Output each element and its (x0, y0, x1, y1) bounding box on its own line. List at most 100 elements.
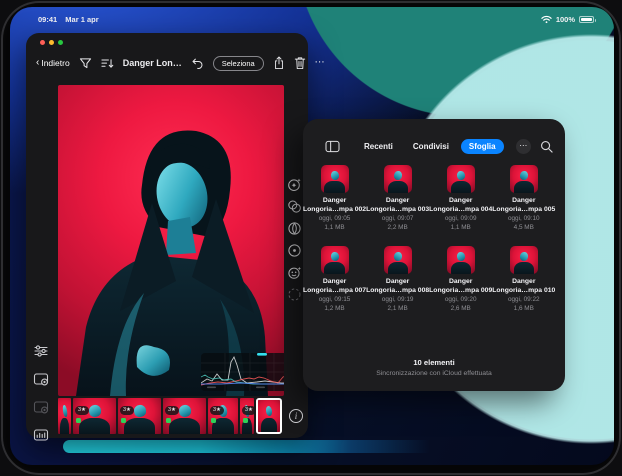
file-item[interactable]: Danger Longoria…mpa 007 oggi, 09:15 1,2 … (303, 246, 366, 313)
copy-edits-icon[interactable] (33, 399, 49, 415)
search-icon[interactable] (540, 140, 553, 153)
device-bezel: 09:41 Mar 1 apr 100% (1, 1, 621, 475)
file-size: 2,6 MB (451, 304, 471, 313)
ipad-device: 09:41 Mar 1 apr 100% (0, 0, 622, 476)
back-button[interactable]: ‹ Indietro (36, 58, 70, 68)
file-size: 4,5 MB (514, 223, 534, 232)
flag-indicator (166, 418, 171, 423)
file-item[interactable]: Danger Longoria…mpa 003 oggi, 09:07 2,2 … (366, 165, 429, 232)
filter-icon[interactable] (79, 57, 92, 70)
edit-tools-rail (283, 177, 305, 302)
file-name-line1: Danger (323, 197, 346, 206)
file-size: 2,1 MB (387, 304, 407, 313)
filmstrip-thumb[interactable]: 3★ (163, 398, 206, 434)
file-date: oggi, 09:05 (319, 214, 351, 223)
rating-badge: 3★ (165, 406, 179, 415)
files-tab[interactable]: Recenti (356, 139, 401, 154)
files-tab[interactable]: Condivisi (405, 139, 457, 154)
wallpaper-glow (63, 440, 521, 453)
file-name-line1: Danger (323, 278, 346, 287)
chevron-left-icon: ‹ (36, 58, 39, 68)
rating-badge: 3★ (75, 406, 89, 415)
info-icon[interactable] (289, 409, 303, 423)
mask-icon[interactable] (287, 287, 302, 302)
utility-tools-rail (30, 343, 52, 443)
share-icon[interactable] (273, 56, 285, 70)
file-thumbnail (384, 165, 412, 193)
frame-icon[interactable] (33, 427, 49, 443)
editor-toolbar: ‹ Indietro Danger Lon… Seleziona (26, 49, 308, 77)
tune-icon[interactable] (33, 343, 49, 359)
flag-indicator (121, 418, 126, 423)
file-date: oggi, 09:10 (508, 214, 540, 223)
undo-icon[interactable] (191, 57, 204, 70)
file-item[interactable]: Danger Longoria…mpa 010 oggi, 09:22 1,6 … (492, 246, 555, 313)
enhance-icon[interactable] (287, 177, 302, 192)
files-grid: Danger Longoria…mpa 002 oggi, 09:05 1,1 … (303, 165, 533, 313)
file-name-line2: Longoria…mpa 003 (366, 206, 429, 215)
thumb-image (163, 398, 206, 434)
thumb-image (208, 398, 238, 434)
document-title: Danger Lon… (123, 58, 182, 68)
window-controls[interactable] (40, 40, 63, 45)
file-date: oggi, 09:15 (319, 295, 351, 304)
file-thumbnail (447, 246, 475, 274)
file-item[interactable]: Danger Longoria…mpa 008 oggi, 09:19 2,1 … (366, 246, 429, 313)
files-tab[interactable]: Sfoglia (461, 139, 504, 154)
file-item[interactable]: Danger Longoria…mpa 009 oggi, 09:20 2,6 … (429, 246, 492, 313)
file-name-line1: Danger (386, 278, 409, 287)
file-item[interactable]: Danger Longoria…mpa 002 oggi, 09:05 1,1 … (303, 165, 366, 232)
screen-wallpaper: 09:41 Mar 1 apr 100% (10, 7, 614, 465)
file-name-line1: Danger (512, 197, 535, 206)
file-date: oggi, 09:19 (382, 295, 414, 304)
export-preset-icon[interactable] (33, 371, 49, 387)
exposure-icon[interactable] (287, 243, 302, 258)
file-name-line2: Longoria…mpa 005 (492, 206, 555, 215)
file-name-line2: Longoria…mpa 004 (429, 206, 492, 215)
panel-more-icon[interactable]: ⋯ (516, 139, 531, 154)
file-thumbnail (321, 246, 349, 274)
filmstrip-thumb[interactable]: 3★ (118, 398, 161, 434)
thumb-image (258, 400, 280, 432)
sort-icon[interactable] (101, 57, 114, 70)
file-name-line1: Danger (449, 278, 472, 287)
file-name-line2: Longoria…mpa 009 (429, 287, 492, 296)
filmstrip-thumb[interactable]: 3★ (240, 398, 254, 434)
file-name-line2: Longoria…mpa 008 (366, 287, 429, 296)
status-bar: 09:41 Mar 1 apr 100% (10, 12, 614, 26)
file-name-line2: Longoria…mpa 007 (303, 287, 366, 296)
file-name-line1: Danger (449, 197, 472, 206)
file-name-line2: Longoria…mpa 002 (303, 206, 366, 215)
histogram-panel (201, 353, 284, 391)
file-item[interactable]: Danger Longoria…mpa 005 oggi, 09:10 4,5 … (492, 165, 555, 232)
battery-percent: 100% (556, 15, 575, 24)
retouch-icon[interactable] (287, 265, 302, 280)
file-date: oggi, 09:22 (508, 295, 540, 304)
editor-window: ‹ Indietro Danger Lon… Seleziona (26, 33, 308, 438)
file-thumbnail (447, 165, 475, 193)
filters-icon[interactable] (287, 199, 302, 214)
thumb-image (240, 398, 254, 434)
filmstrip-thumb[interactable] (58, 398, 71, 434)
battery-icon (579, 16, 594, 23)
file-size: 2,2 MB (387, 223, 407, 232)
close-window-dot[interactable] (40, 40, 45, 45)
adjust-icon[interactable] (287, 221, 302, 236)
minimize-window-dot[interactable] (49, 40, 54, 45)
photo-canvas[interactable] (58, 85, 284, 396)
wifi-icon (541, 15, 552, 24)
filmstrip-thumb[interactable]: 3★ (208, 398, 238, 434)
filmstrip-thumb[interactable] (256, 398, 282, 434)
filmstrip-thumb[interactable]: 3★ (73, 398, 116, 434)
thumb-image (58, 398, 71, 434)
trash-icon[interactable] (294, 56, 306, 70)
histogram-chart (201, 353, 284, 391)
file-item[interactable]: Danger Longoria…mpa 004 oggi, 09:09 1,1 … (429, 165, 492, 232)
zoom-window-dot[interactable] (58, 40, 63, 45)
sidebar-toggle-icon[interactable] (325, 140, 340, 153)
flag-indicator (243, 418, 248, 423)
select-button[interactable]: Seleziona (213, 56, 264, 71)
files-tabs: Recenti Condivisi Sfoglia (356, 139, 508, 154)
flag-indicator (211, 418, 216, 423)
portrait-figure (58, 85, 284, 396)
